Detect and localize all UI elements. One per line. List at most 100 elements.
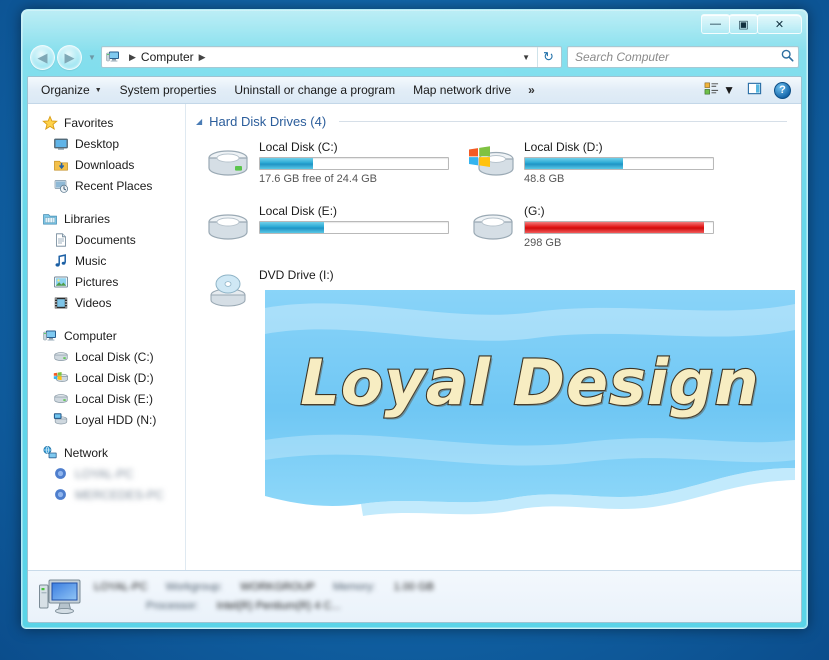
- sidebar-label: Downloads: [75, 157, 135, 172]
- drive-tile-dvd[interactable]: DVD Drive (I:): [204, 265, 469, 323]
- search-icon[interactable]: [781, 49, 794, 65]
- drive-tile-d[interactable]: Local Disk (D:) 48.8 GB: [469, 137, 734, 195]
- sidebar-item-local-disk-e[interactable]: Local Disk (E:): [28, 388, 185, 409]
- sidebar-label: Local Disk (E:): [75, 391, 154, 406]
- drive-tile-c[interactable]: Local Disk (C:) 17.6 GB free of 24.4 GB: [204, 137, 469, 195]
- minimize-button[interactable]: —: [701, 14, 730, 34]
- drive-icon: [53, 349, 69, 365]
- libraries-icon: [42, 211, 58, 227]
- dvd-drive-icon: [204, 271, 252, 313]
- drive-name: (G:): [524, 204, 545, 218]
- forward-button[interactable]: ▶: [57, 44, 82, 70]
- sidebar-item-favorites[interactable]: Favorites: [28, 112, 185, 133]
- drive-capacity: 48.8 GB: [524, 173, 565, 185]
- usage-bar: [259, 221, 449, 234]
- navigation-pane[interactable]: Favorites Desktop Downloads Recent Place…: [28, 104, 186, 570]
- breadcrumb-computer[interactable]: Computer: [141, 50, 194, 64]
- downloads-folder-icon: [53, 157, 69, 173]
- documents-icon: [53, 232, 69, 248]
- desktop-icon: [53, 136, 69, 152]
- sidebar-label: Computer: [64, 328, 117, 343]
- sidebar-item-documents[interactable]: Documents: [28, 229, 185, 250]
- help-icon: ?: [774, 81, 791, 99]
- organize-button[interactable]: Organize ▼: [32, 79, 111, 101]
- sidebar-item-downloads[interactable]: Downloads: [28, 154, 185, 175]
- uninstall-program-button[interactable]: Uninstall or change a program: [225, 79, 404, 101]
- drive-capacity: 298 GB: [524, 237, 562, 249]
- view-options-icon: [704, 81, 719, 99]
- workgroup-value: WORKGROUP: [240, 580, 315, 593]
- sidebar-item-local-disk-d[interactable]: Local Disk (D:): [28, 367, 185, 388]
- sidebar-label: MERCEDES-PC: [75, 487, 164, 502]
- organize-label: Organize: [41, 83, 90, 97]
- navgroup-libraries: Libraries Documents Music Pictures Video…: [28, 208, 185, 313]
- change-view-button[interactable]: ▼: [698, 79, 741, 101]
- drive-tile-g[interactable]: (G:) 298 GB: [469, 201, 734, 259]
- sidebar-item-network-pc-2[interactable]: MERCEDES-PC: [28, 484, 185, 505]
- favorites-star-icon: [42, 114, 58, 131]
- search-box[interactable]: [567, 46, 799, 68]
- sidebar-item-videos[interactable]: Videos: [28, 292, 185, 313]
- drive-info: Local Disk (C:) 17.6 GB free of 24.4 GB: [259, 137, 469, 185]
- sidebar-item-pictures[interactable]: Pictures: [28, 271, 185, 292]
- usage-bar: [259, 157, 449, 170]
- sidebar-label: Desktop: [75, 136, 120, 151]
- sidebar-item-loyal-hdd-n[interactable]: Loyal HDD (N:): [28, 409, 185, 430]
- refresh-button[interactable]: ↻: [537, 47, 559, 67]
- navgroup-favorites: Favorites Desktop Downloads Recent Place…: [28, 112, 185, 196]
- sidebar-item-network[interactable]: Network: [28, 442, 185, 463]
- chevron-down-icon: ▼: [94, 86, 102, 94]
- computer-icon: [105, 49, 121, 65]
- close-button[interactable]: ✕: [757, 14, 802, 34]
- close-icon: ✕: [774, 18, 785, 31]
- group-header-hard-disk-drives[interactable]: ◢ Hard Disk Drives (4): [186, 114, 801, 129]
- usage-bar-fill: [525, 222, 704, 233]
- sidebar-label: Local Disk (C:): [75, 349, 154, 364]
- usage-bar: [524, 157, 714, 170]
- system-drive-icon: [469, 143, 517, 185]
- sidebar-label: Recent Places: [75, 178, 153, 193]
- sidebar-item-network-pc-1[interactable]: LOYAL-PC: [28, 463, 185, 484]
- sidebar-item-recent-places[interactable]: Recent Places: [28, 175, 185, 196]
- maximize-button[interactable]: ▣: [729, 14, 758, 34]
- chevron-down-icon: ▼: [88, 52, 96, 62]
- drive-tile-e[interactable]: Local Disk (E:): [204, 201, 469, 259]
- drive-tiles: Local Disk (C:) 17.6 GB free of 24.4 GB: [186, 129, 801, 329]
- drive-info: Local Disk (E:): [259, 201, 469, 237]
- drive-name: Local Disk (D:): [524, 140, 603, 154]
- drive-name: Local Disk (C:): [259, 140, 338, 154]
- preview-pane-button[interactable]: [741, 79, 768, 101]
- toolbar-overflow-button[interactable]: »: [520, 83, 543, 97]
- drive-name: DVD Drive (I:): [259, 268, 334, 282]
- sidebar-item-computer[interactable]: Computer: [28, 325, 185, 346]
- drive-capacity: 17.6 GB free of 24.4 GB: [259, 173, 378, 185]
- sidebar-item-desktop[interactable]: Desktop: [28, 133, 185, 154]
- processor-value: Intel(R) Pentium(R) 4 C...: [216, 599, 341, 612]
- sidebar-item-libraries[interactable]: Libraries: [28, 208, 185, 229]
- computer-icon: [42, 328, 58, 344]
- details-text: LOYAL-PC Workgroup: WORKGROUP Memory: 1.…: [94, 578, 791, 615]
- map-network-drive-button[interactable]: Map network drive: [404, 79, 520, 101]
- system-properties-button[interactable]: System properties: [111, 79, 226, 101]
- usage-bar-fill: [260, 222, 324, 233]
- memory-label: Memory:: [332, 580, 376, 593]
- address-bar[interactable]: ▶ Computer ▶ ▼ ↻: [101, 46, 562, 68]
- network-computer-icon: [53, 466, 69, 482]
- file-list-pane[interactable]: ◢ Hard Disk Drives (4) Local Disk (C:) 1…: [186, 104, 801, 570]
- drive-icon: [204, 143, 252, 185]
- collapse-caret-icon[interactable]: ◢: [196, 117, 202, 126]
- search-input[interactable]: [575, 50, 781, 64]
- history-dropdown-button[interactable]: ▼: [85, 53, 99, 62]
- drive-icon: [204, 207, 252, 249]
- caption-button-group: — ▣ ✕: [701, 14, 802, 34]
- recent-places-icon: [53, 178, 69, 194]
- sidebar-label: Pictures: [75, 274, 119, 289]
- breadcrumb-separator-2[interactable]: ▶: [199, 52, 206, 63]
- help-button[interactable]: ?: [768, 79, 797, 101]
- chevron-down-icon: ▼: [723, 83, 735, 97]
- back-button[interactable]: ◀: [30, 44, 55, 70]
- address-dropdown-icon[interactable]: ▼: [516, 53, 536, 62]
- sidebar-item-local-disk-c[interactable]: Local Disk (C:): [28, 346, 185, 367]
- sidebar-item-music[interactable]: Music: [28, 250, 185, 271]
- usage-bar-fill: [525, 158, 623, 169]
